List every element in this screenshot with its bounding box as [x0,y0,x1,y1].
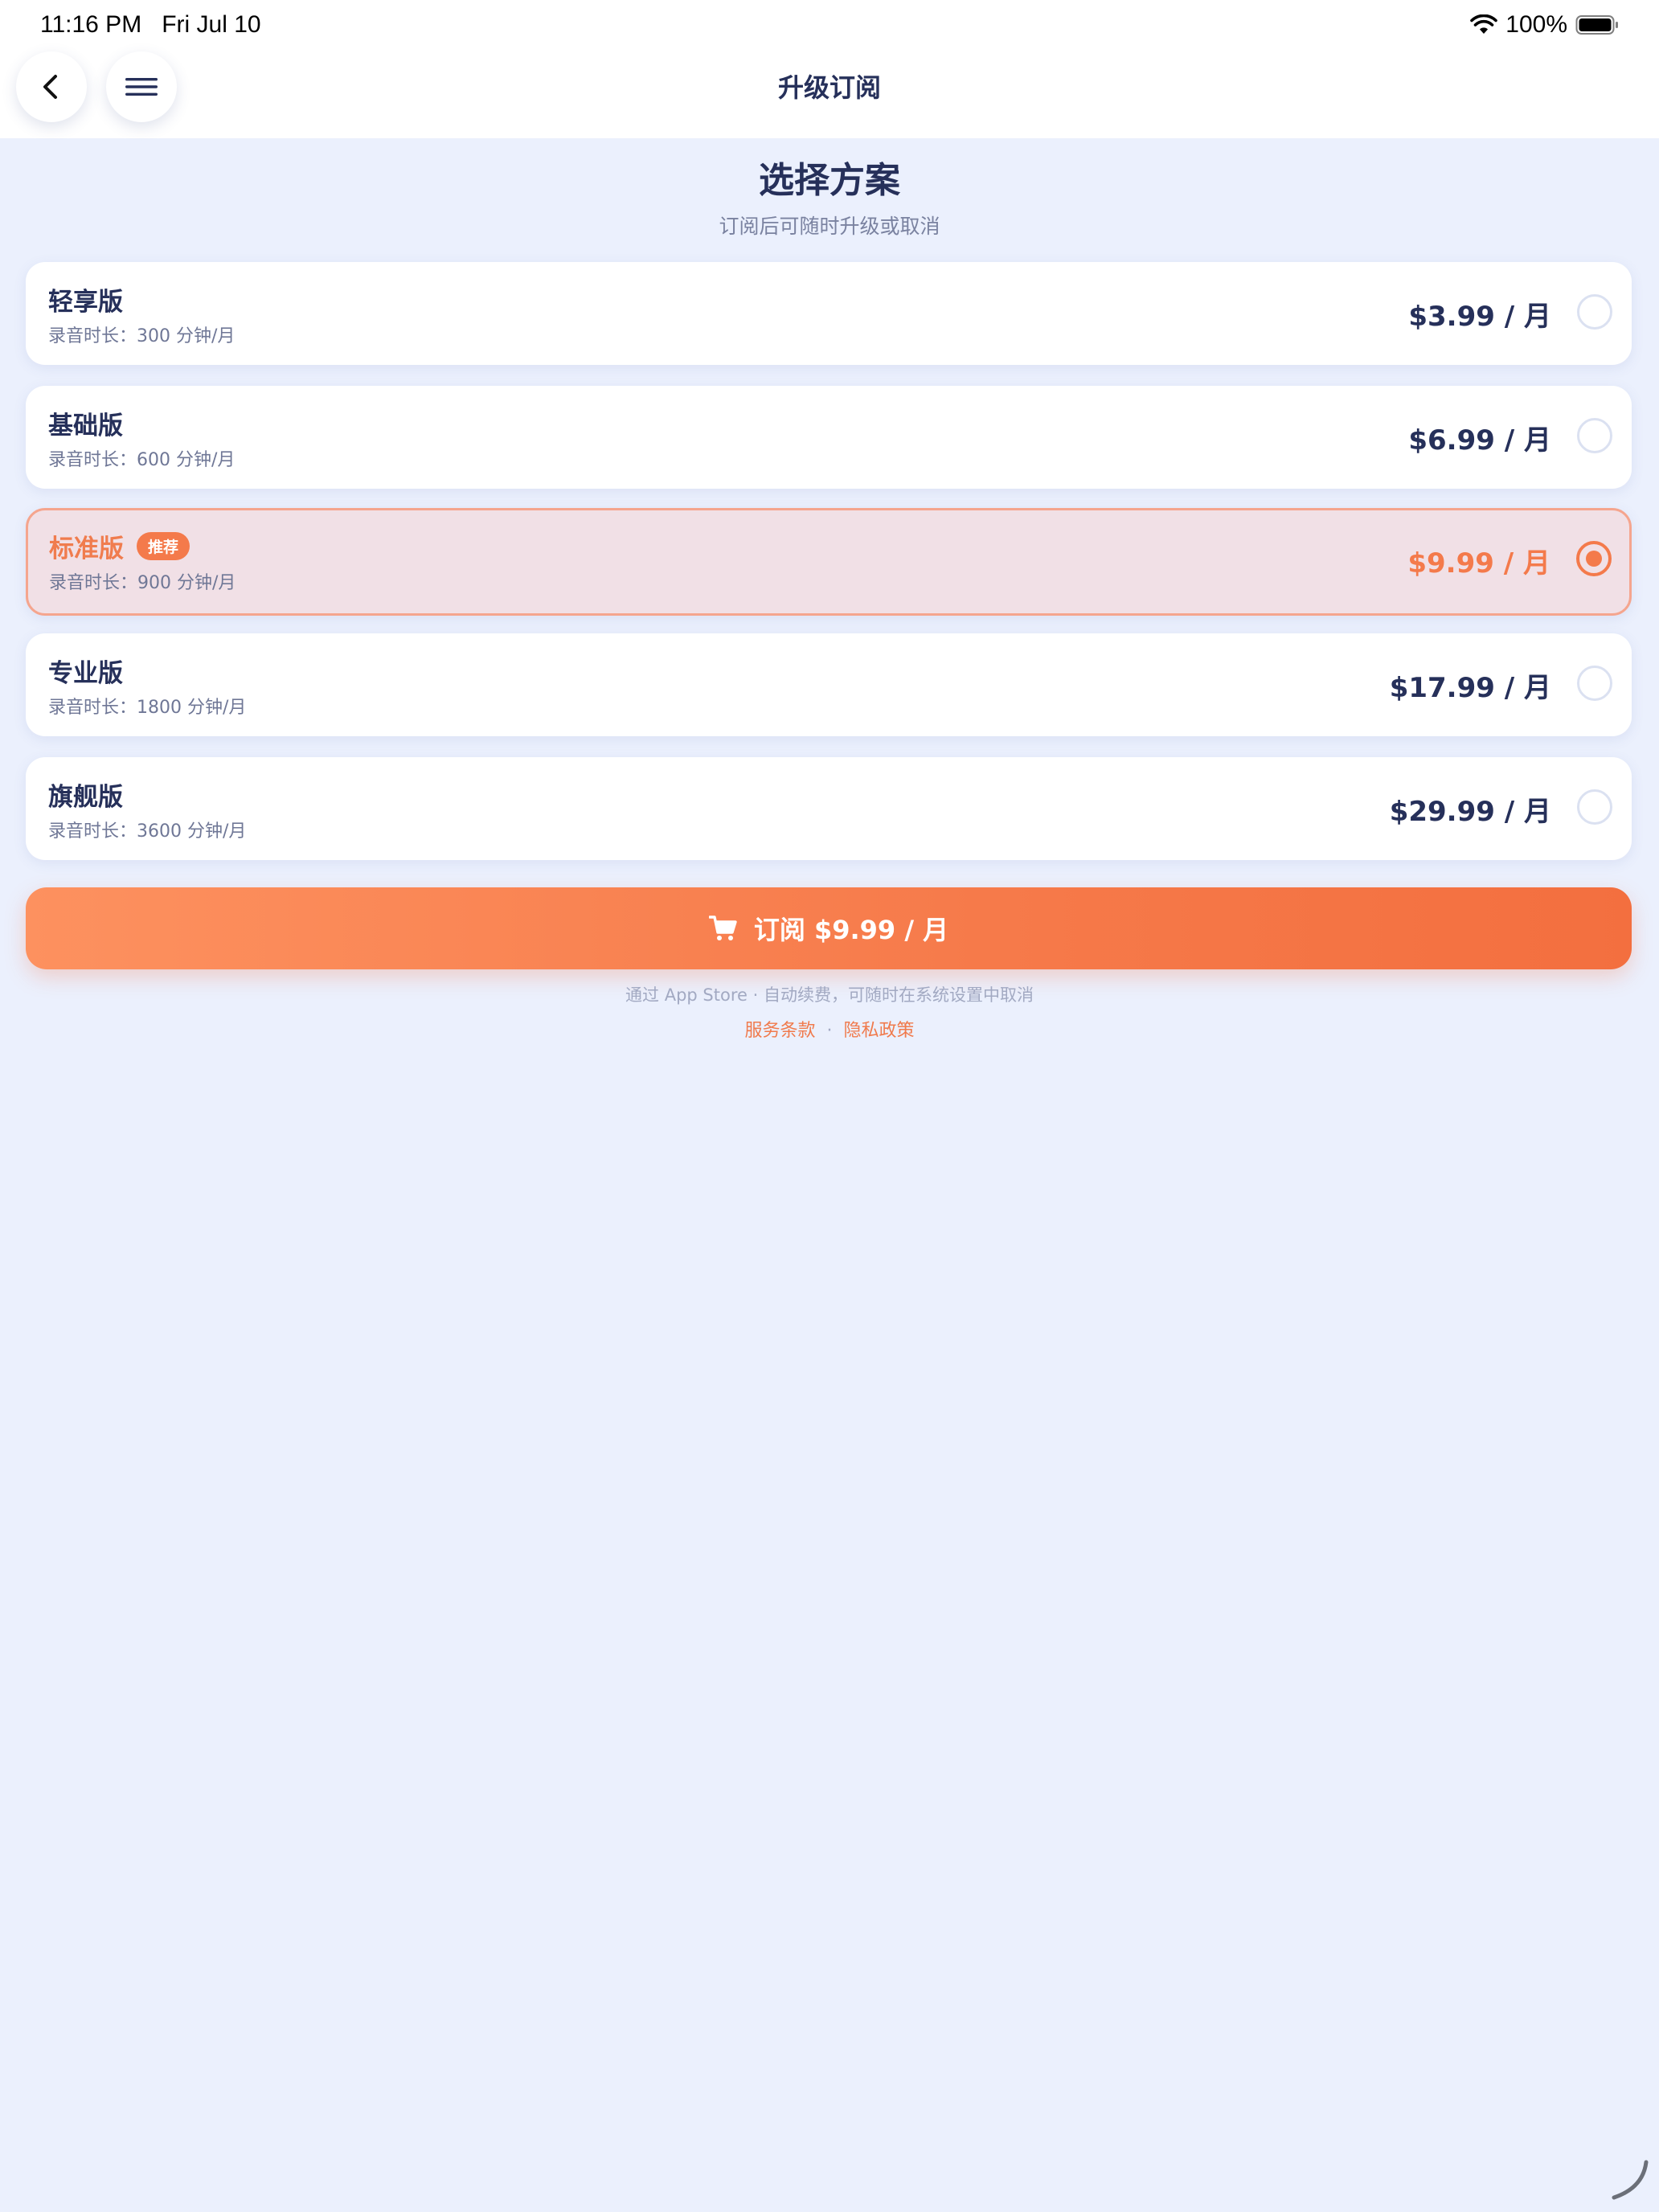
terms-link[interactable]: 服务条款 [744,1021,815,1041]
plan-option-lite[interactable]: 轻享版 录音时长：300 分钟/月 $3.99 / 月 [26,262,1632,365]
plan-price: $17.99 / 月 [1389,672,1551,704]
plan-option-pro[interactable]: 专业版 录音时长：1800 分钟/月 $17.99 / 月 [26,633,1632,736]
plan-name: 基础版 [48,405,123,441]
plan-radio[interactable] [1577,294,1612,330]
battery-icon [1575,15,1618,35]
plan-name-text: 标准版 [49,535,124,563]
nav-title: 升级订阅 [777,72,881,103]
plan-price: $3.99 / 月 [1408,301,1551,333]
status-bar-time: 11:16 PM Fri Jul 10 [40,11,261,39]
plan-description: 录音时长：1800 分钟/月 [48,698,247,718]
status-time: 11:16 PM [40,11,142,38]
plan-name: 旗舰版 [48,776,123,813]
corner-indicator-icon [1612,2160,1649,2200]
plan-description: 录音时长：300 分钟/月 [48,326,236,346]
plan-name-text: 专业版 [48,659,123,688]
cart-icon [708,916,737,940]
plan-description: 录音时长：3600 分钟/月 [48,821,247,842]
legal-links: 服务条款 · 隐私政策 [0,1016,1659,1042]
plan-name: 轻享版 [48,281,123,317]
plan-option-standard[interactable]: 标准版 推荐 录音时长：900 分钟/月 $9.99 / 月 [26,508,1632,616]
plan-description: 录音时长：600 分钟/月 [48,450,236,470]
plan-description: 录音时长：900 分钟/月 [49,573,236,593]
subscribe-button[interactable]: 订阅 $9.99 / 月 [26,887,1632,969]
plan-name: 专业版 [48,653,123,689]
battery-percent: 100% [1505,11,1567,38]
plan-name: 标准版 推荐 [49,528,190,564]
privacy-link[interactable]: 隐私政策 [844,1021,915,1041]
plan-radio[interactable] [1577,666,1612,701]
plan-name-text: 轻享版 [48,288,123,317]
section-title: 选择方案 [759,160,900,201]
wifi-icon [1470,14,1498,34]
subscribe-label: 订阅 $9.99 / 月 [753,915,949,945]
auto-renew-note: 通过 App Store · 自动续费，可随时在系统设置中取消 [625,985,1034,1005]
status-bar-right: 100% [1470,11,1619,39]
recommended-badge: 推荐 [137,532,190,560]
plan-name-text: 旗舰版 [48,783,123,812]
status-date: Fri Jul 10 [162,11,261,38]
plan-price: $9.99 / 月 [1407,547,1550,580]
plan-option-basic[interactable]: 基础版 录音时长：600 分钟/月 $6.99 / 月 [26,386,1632,489]
plan-price: $29.99 / 月 [1389,796,1551,828]
section-subtitle: 订阅后可随时升级或取消 [719,215,940,238]
plan-radio-selected[interactable] [1576,541,1612,576]
plan-radio[interactable] [1577,789,1612,825]
plan-option-flagship[interactable]: 旗舰版 录音时长：3600 分钟/月 $29.99 / 月 [26,757,1632,860]
plan-radio[interactable] [1577,418,1612,453]
plan-price: $6.99 / 月 [1408,424,1551,457]
top-bar: 11:16 PM Fri Jul 10 100% 升级订阅 [0,0,1659,138]
link-separator: · [826,1021,833,1041]
plan-name-text: 基础版 [48,412,123,440]
